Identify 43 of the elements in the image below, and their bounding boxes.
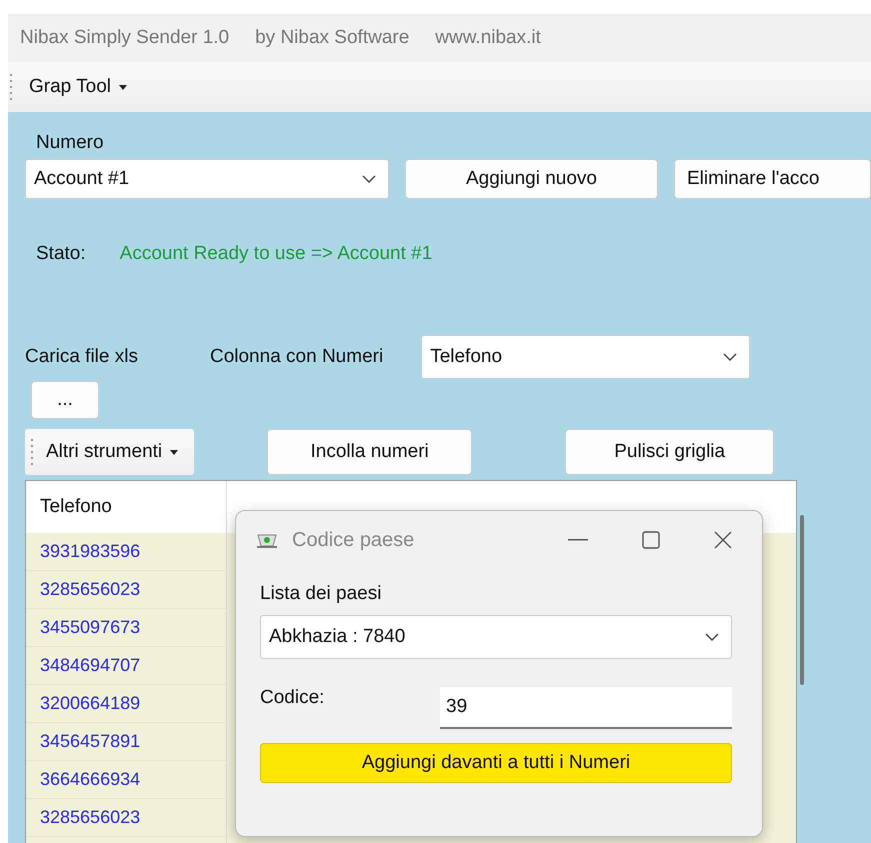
add-button[interactable]: Aggiungi nuovo: [404, 159, 658, 199]
field-label: Codice:: [260, 687, 324, 709]
scrollbar[interactable]: [800, 515, 804, 685]
prepend-button[interactable]: Aggiungi davanti a tutti i Numeri: [260, 743, 732, 783]
field-label: Carica file xls: [25, 346, 138, 368]
clear-button[interactable]: Pulisci griglia: [565, 429, 774, 475]
chevron-down-icon: [705, 632, 719, 642]
minimize-icon[interactable]: [568, 539, 588, 541]
table-cell: 3200664189: [26, 685, 226, 723]
grip-icon: [31, 439, 34, 465]
chevron-down-icon: [362, 174, 376, 184]
table-cell: 3931983596: [26, 533, 226, 571]
browse-button[interactable]: ...: [31, 381, 99, 419]
window-title: Nibax Simply Sender 1.0: [20, 27, 230, 49]
column-dropdown[interactable]: Telefono: [421, 335, 750, 379]
chevron-down-icon: [723, 352, 738, 362]
grip-icon: [10, 74, 13, 100]
field-label: Lista dei paesi: [260, 583, 382, 605]
paste-button[interactable]: Incolla numeri: [267, 429, 472, 475]
table-cell: 3285656023: [26, 571, 226, 609]
tools-menu[interactable]: Altri strumenti: [40, 437, 184, 467]
field-label: Colonna con Numeri: [210, 346, 384, 368]
status-label: Stato:: [36, 243, 86, 265]
maximize-icon[interactable]: [642, 531, 660, 549]
account-dropdown[interactable]: Account #1: [25, 159, 389, 199]
table-cell: 3285656023: [26, 799, 226, 837]
table-cell: 3456457891: [26, 723, 226, 761]
code-field[interactable]: 39: [440, 687, 732, 729]
column-header: Telefono: [26, 481, 226, 533]
dialog-title: Codice paese: [292, 528, 414, 552]
delete-button[interactable]: Eliminare l'acco: [674, 159, 871, 199]
grap-tool-menu[interactable]: Grap Tool: [23, 72, 134, 102]
country-dropdown[interactable]: Abkhazia : 7840: [260, 615, 732, 659]
table-cell: 3484694707: [26, 647, 226, 685]
status-text: Account Ready to use => Account #1: [120, 243, 432, 265]
table-cell: 3664666934: [26, 761, 226, 799]
field-label: Numero: [36, 132, 105, 154]
close-icon[interactable]: [714, 531, 732, 549]
caret-icon: [119, 84, 128, 90]
table-cell: 3455097673: [26, 609, 226, 647]
caret-icon: [170, 450, 178, 454]
window-title: www.nibax.it: [435, 27, 541, 49]
window-title: by Nibax Software: [255, 27, 410, 49]
